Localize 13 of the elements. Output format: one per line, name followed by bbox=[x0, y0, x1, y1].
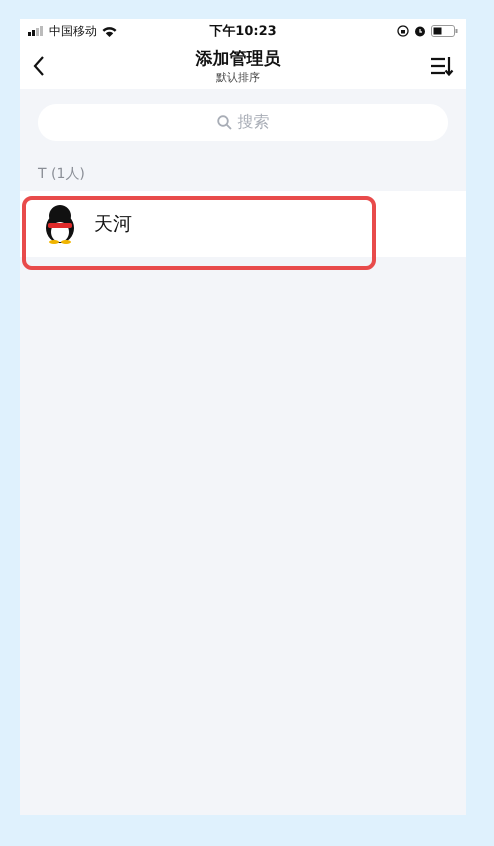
search-icon bbox=[216, 115, 232, 130]
carrier-name: 中国移动 bbox=[49, 22, 97, 40]
sort-icon[interactable] bbox=[430, 56, 454, 76]
sort-mode-label: 默认排序 bbox=[216, 70, 260, 85]
signal-icon bbox=[28, 26, 44, 36]
wifi-icon bbox=[102, 26, 117, 36]
page-title: 添加管理员 bbox=[196, 48, 280, 70]
section-header: T (1人) bbox=[37, 165, 86, 184]
member-name: 天河 bbox=[94, 212, 132, 237]
battery-icon bbox=[430, 25, 458, 37]
clock-time: 下午10:23 bbox=[209, 23, 277, 40]
back-icon[interactable] bbox=[32, 55, 46, 77]
member-row[interactable]: 天河 bbox=[20, 191, 466, 257]
